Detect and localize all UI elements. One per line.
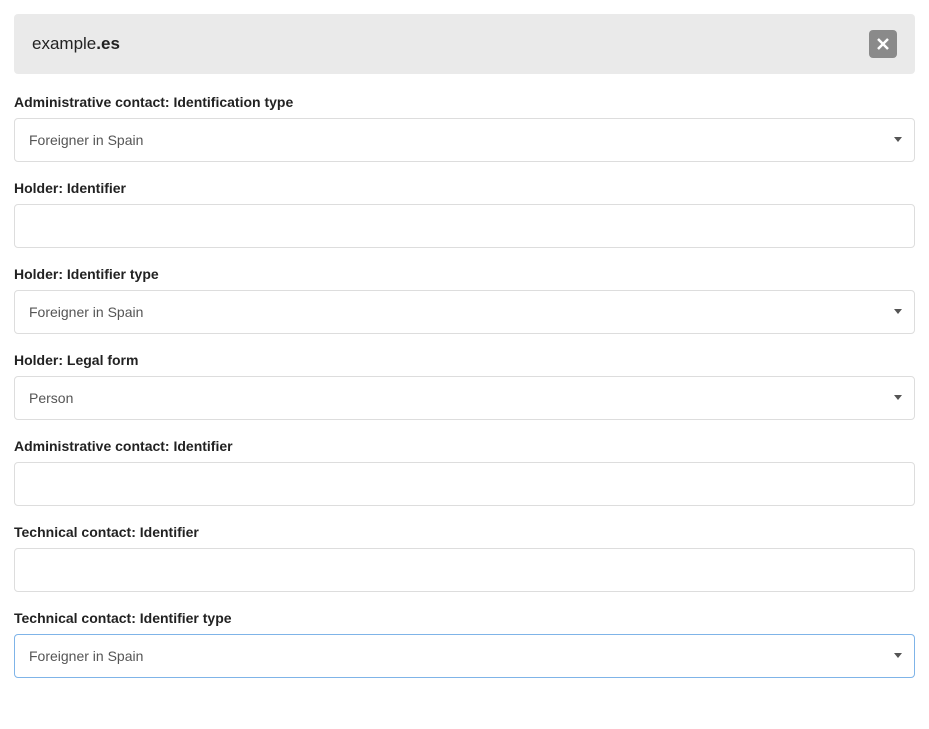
- label-admin-identifier: Administrative contact: Identifier: [14, 438, 915, 454]
- field-tech-id-type: Technical contact: Identifier type Forei…: [14, 610, 915, 678]
- label-holder-legal-form: Holder: Legal form: [14, 352, 915, 368]
- label-tech-identifier: Technical contact: Identifier: [14, 524, 915, 540]
- domain-suffix: .es: [96, 34, 120, 53]
- close-button[interactable]: [869, 30, 897, 58]
- close-icon: [876, 37, 890, 51]
- input-tech-identifier[interactable]: [14, 548, 915, 592]
- label-tech-id-type: Technical contact: Identifier type: [14, 610, 915, 626]
- select-holder-legal-form[interactable]: Person: [14, 376, 915, 420]
- input-holder-identifier[interactable]: [14, 204, 915, 248]
- field-admin-identifier: Administrative contact: Identifier: [14, 438, 915, 506]
- select-tech-id-type[interactable]: Foreigner in Spain: [14, 634, 915, 678]
- field-holder-id-type: Holder: Identifier type Foreigner in Spa…: [14, 266, 915, 334]
- field-admin-id-type: Administrative contact: Identification t…: [14, 94, 915, 162]
- label-holder-id-type: Holder: Identifier type: [14, 266, 915, 282]
- label-admin-id-type: Administrative contact: Identification t…: [14, 94, 915, 110]
- select-holder-id-type[interactable]: Foreigner in Spain: [14, 290, 915, 334]
- domain-title: example.es: [32, 34, 120, 54]
- label-holder-identifier: Holder: Identifier: [14, 180, 915, 196]
- select-admin-id-type[interactable]: Foreigner in Spain: [14, 118, 915, 162]
- header-bar: example.es: [14, 14, 915, 74]
- field-holder-identifier: Holder: Identifier: [14, 180, 915, 248]
- domain-prefix: example: [32, 34, 96, 53]
- field-tech-identifier: Technical contact: Identifier: [14, 524, 915, 592]
- field-holder-legal-form: Holder: Legal form Person: [14, 352, 915, 420]
- input-admin-identifier[interactable]: [14, 462, 915, 506]
